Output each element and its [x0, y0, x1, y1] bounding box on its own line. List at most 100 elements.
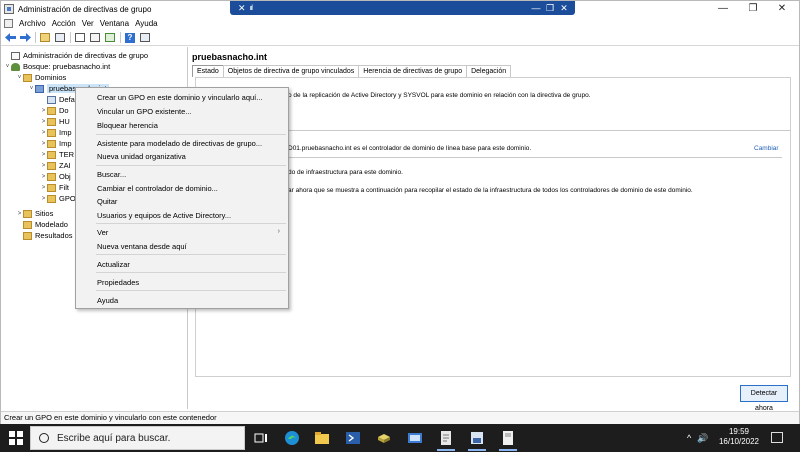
- system-menu-icon[interactable]: [4, 19, 13, 28]
- expand-icon[interactable]: >: [40, 141, 47, 147]
- close-button[interactable]: ✕: [767, 1, 797, 17]
- menu-ayuda[interactable]: Ayuda: [135, 19, 158, 28]
- expand-icon[interactable]: >: [40, 174, 47, 180]
- expand-icon[interactable]: >: [40, 163, 47, 169]
- menu-item-remove[interactable]: Quitar: [97, 197, 117, 206]
- tree-item-root[interactable]: Administración de directivas de grupo: [4, 50, 148, 61]
- tree-item-sitios[interactable]: > Sitios: [16, 208, 54, 219]
- menu-item-properties[interactable]: Propiedades: [97, 278, 139, 287]
- powershell-icon[interactable]: [342, 428, 364, 448]
- tree-item-ou[interactable]: > HU: [40, 116, 70, 127]
- help-icon[interactable]: ?: [124, 32, 136, 44]
- pin-icon[interactable]: ✕: [238, 3, 246, 14]
- folder-icon: [23, 209, 32, 218]
- control-panel-icon[interactable]: [404, 428, 426, 448]
- search-box[interactable]: Escribe aquí para buscar.: [30, 426, 245, 450]
- menu-archivo[interactable]: Archivo: [19, 19, 46, 28]
- menu-item-create-gpo[interactable]: Crear un GPO en este dominio y vincularl…: [97, 93, 263, 102]
- tree-item-label: Defa: [59, 95, 75, 104]
- menu-accion[interactable]: Acción: [52, 19, 76, 28]
- tree-item-modelado[interactable]: Modelado: [16, 219, 68, 230]
- tree-item-label: Bosque: pruebasnacho.int: [23, 62, 111, 71]
- tree-item-starter-gpo[interactable]: > GPO: [40, 193, 76, 204]
- tab-delegation[interactable]: Delegación: [466, 65, 512, 77]
- toolbar-separator: [120, 32, 121, 43]
- forward-arrow-icon[interactable]: [19, 32, 31, 44]
- task-view-icon[interactable]: [250, 428, 272, 448]
- menu-item-help[interactable]: Ayuda: [97, 296, 118, 305]
- menu-item-change-dc[interactable]: Cambiar el controlador de dominio...: [97, 184, 218, 193]
- remote-desktop-bar[interactable]: ✕ ııl — ❐ ✕: [230, 1, 575, 15]
- tray-overflow-icon[interactable]: ^: [687, 433, 691, 443]
- view-icon[interactable]: [139, 32, 151, 44]
- tab-inheritance[interactable]: Herencia de directivas de grupo: [358, 65, 468, 77]
- volume-icon[interactable]: 🔊: [697, 433, 708, 444]
- tree-item-resultados[interactable]: Resultados: [16, 230, 73, 241]
- collapse-icon[interactable]: ˅: [4, 64, 11, 70]
- detect-now-button[interactable]: Detectar ahora: [740, 385, 788, 412]
- tab-linked-gpos[interactable]: Objetos de directiva de grupo vinculados: [222, 65, 360, 77]
- restore-button[interactable]: ❐: [738, 1, 768, 17]
- tree-item-ou[interactable]: > Do: [40, 105, 69, 116]
- menu-ventana[interactable]: Ventana: [100, 19, 129, 28]
- clock[interactable]: 19:59 16/10/2022: [714, 427, 764, 447]
- collapse-icon[interactable]: ˅: [16, 75, 23, 81]
- tree-item-ou[interactable]: > Imp: [40, 138, 72, 149]
- menu-item-refresh[interactable]: Actualizar: [97, 260, 130, 269]
- start-button[interactable]: [9, 431, 23, 445]
- export-icon[interactable]: [89, 32, 101, 44]
- notification-icon[interactable]: [771, 432, 783, 443]
- menu-item-link-gpo[interactable]: Vincular un GPO existente...: [97, 107, 192, 116]
- server-manager-icon[interactable]: [373, 428, 395, 448]
- menu-ver[interactable]: Ver: [82, 19, 94, 28]
- tree-item-label: ZAI: [59, 161, 71, 170]
- tree-item-default-policy[interactable]: Defa: [40, 94, 75, 105]
- expand-icon[interactable]: >: [40, 119, 47, 125]
- properties-icon[interactable]: [74, 32, 86, 44]
- menu-item-block-inheritance[interactable]: Bloquear herencia: [97, 121, 158, 130]
- tree-item-forest[interactable]: ˅ Bosque: pruebasnacho.int: [4, 61, 110, 72]
- expand-icon[interactable]: >: [40, 108, 47, 114]
- expand-icon[interactable]: >: [40, 185, 47, 191]
- window-taskbar-icon[interactable]: [497, 428, 519, 451]
- windows-logo-icon: [17, 439, 23, 445]
- refresh-icon[interactable]: [104, 32, 116, 44]
- gpmc-taskbar-icon[interactable]: [466, 428, 488, 451]
- tree-item-label: Administración de directivas de grupo: [23, 51, 149, 60]
- search-icon: [39, 433, 49, 443]
- expand-icon[interactable]: >: [40, 130, 47, 136]
- tree-item-ou[interactable]: > ZAI: [40, 160, 71, 171]
- menu-separator: [96, 223, 286, 224]
- menu-item-search[interactable]: Buscar...: [97, 170, 126, 179]
- rdp-close-button[interactable]: ✕: [557, 3, 571, 14]
- tree-item-gpo-objects[interactable]: > Obj: [40, 171, 71, 182]
- tab-estado[interactable]: Estado: [192, 65, 224, 77]
- expand-icon[interactable]: >: [16, 211, 23, 217]
- console-tree-icon[interactable]: [54, 32, 66, 44]
- change-dc-link[interactable]: Cambiar: [754, 145, 779, 152]
- minimize-button[interactable]: —: [708, 1, 738, 17]
- expand-icon[interactable]: >: [40, 196, 47, 202]
- menu-item-aduc[interactable]: Usuarios y equipos de Active Directory..…: [97, 211, 231, 220]
- menu-item-view[interactable]: Ver: [97, 228, 108, 237]
- menu-separator: [96, 134, 286, 135]
- folder-up-icon[interactable]: [39, 32, 51, 44]
- menu-item-new-window[interactable]: Nueva ventana desde aquí: [97, 242, 187, 251]
- context-menu: Crear un GPO en este dominio y vincularl…: [75, 87, 289, 309]
- tree-item-label: Imp: [59, 128, 72, 137]
- back-arrow-icon[interactable]: [4, 32, 16, 44]
- tree-item-ou[interactable]: > Imp: [40, 127, 72, 138]
- tree-item-dominios[interactable]: ˅ Dominios: [16, 72, 67, 83]
- edge-icon[interactable]: [281, 428, 303, 448]
- expand-icon[interactable]: >: [40, 152, 47, 158]
- folder-icon: [23, 220, 32, 229]
- tree-item-wmi-filters[interactable]: > Filt: [40, 182, 69, 193]
- rdp-minimize-button[interactable]: —: [529, 3, 543, 13]
- tree-item-ou[interactable]: > TER: [40, 149, 74, 160]
- menu-item-new-ou[interactable]: Nueva unidad organizativa: [97, 152, 186, 161]
- file-explorer-icon[interactable]: [311, 428, 333, 448]
- collapse-icon[interactable]: ˅: [28, 86, 35, 92]
- menu-item-modeling-wizard[interactable]: Asistente para modelado de directivas de…: [97, 139, 262, 148]
- rdp-restore-button[interactable]: ❐: [543, 3, 557, 14]
- notepad-icon[interactable]: [435, 428, 457, 451]
